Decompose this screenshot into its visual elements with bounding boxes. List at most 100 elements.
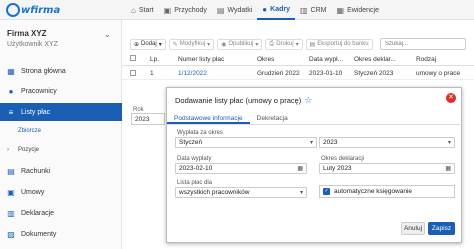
col-period[interactable]: Okres [257, 56, 274, 63]
year-filter-value: 2023 [135, 116, 150, 123]
dialog-title-text: Dodawanie listy płac (umowy o pracę) [175, 96, 302, 105]
col-type[interactable]: Rodzaj [416, 56, 436, 63]
people-icon: ● [262, 4, 268, 14]
sidebar-item-label: Deklaracje [21, 209, 55, 217]
cell-pay-date: 2023-01-10 [309, 70, 343, 77]
chevron-down-icon: ▾ [299, 190, 303, 196]
chevron-down-icon: ▾ [309, 140, 313, 146]
sidebar-item-rachunki[interactable]: ▤ Rachunki [0, 162, 122, 180]
calendar-icon[interactable]: ▦ [445, 165, 451, 172]
list-icon: ≡ [8, 107, 14, 117]
declaration-icon: ▥ [7, 208, 15, 218]
calendar-icon[interactable]: ▦ [297, 165, 303, 172]
add-button[interactable]: ⊕ Dodaj ▾ [130, 38, 166, 50]
search-input[interactable] [380, 38, 466, 50]
tab-basic-info[interactable]: Podstawowe informacje [167, 112, 250, 124]
sidebar-item-label: Umowy [21, 188, 45, 196]
checkbox-checked-icon[interactable]: ✓ [323, 188, 330, 195]
chevron-down-icon: ▾ [295, 41, 299, 48]
home-icon: ⌂ [131, 5, 136, 15]
documents-icon: ▧ [7, 229, 15, 239]
nav-label: Przychody [174, 6, 207, 14]
sidebar-item-label: Rachunki [21, 167, 51, 175]
payout-year-select[interactable]: 2023 ▾ [319, 137, 455, 148]
nav-label: Ewidencje [347, 6, 379, 14]
publish-label: Opublikuj [228, 41, 254, 47]
col-number[interactable]: Numer listy płac [178, 56, 224, 63]
cell-number-link[interactable]: 1/12/2022 [178, 70, 207, 77]
export-label: Eksportuj do banku [317, 41, 369, 47]
sidebar-item-label: Listy płac [21, 108, 51, 116]
payout-month-select[interactable]: Styczeń ▾ [175, 137, 317, 148]
receipt-icon: ▤ [7, 166, 15, 176]
star-icon[interactable]: ☆ [304, 95, 312, 106]
logo[interactable]: wfirma [6, 2, 60, 18]
edit-icon: ✎ [172, 41, 178, 48]
print-button[interactable]: ⎙ Drukuj ▾ [265, 38, 303, 50]
cart-icon: ▣ [163, 5, 172, 15]
nav-wydatki[interactable]: ▤ Wydatki [212, 0, 257, 20]
cancel-button[interactable]: Anuluj [401, 222, 425, 235]
col-pay-date[interactable]: Data wypł... [309, 56, 343, 63]
close-icon[interactable]: ✕ [446, 93, 456, 103]
publish-icon: ◉ [221, 41, 227, 48]
list-for-select[interactable]: wszystkich pracowników ▾ [175, 187, 307, 198]
sidebar-subitem-zbiorcze[interactable]: Zbiorcze [18, 128, 41, 134]
user-name: Użytkownik XYZ [7, 41, 58, 48]
decl-period-value: Luty 2023 [323, 165, 352, 172]
nav-label: Kadry [270, 5, 290, 13]
sidebar-item-pracownicy[interactable]: ● Pracownicy [0, 82, 122, 100]
nav-crm[interactable]: ▥ CRM [295, 0, 332, 20]
cell-type: umowy o prace [416, 70, 461, 77]
auto-booking-checkbox-field[interactable]: ✓ automatyczne księgowanie [319, 185, 455, 198]
logo-text: wfirma [21, 4, 61, 16]
nav-przychody[interactable]: ▣ Przychody [159, 0, 212, 20]
top-bar: wfirma ⌂ Start ▣ Przychody ▤ Wydatki ● Kadry… [0, 0, 474, 20]
sidebar-item-label: Pracownicy [21, 87, 57, 95]
year-filter-select[interactable]: 2023 [131, 113, 165, 125]
list-for-value: wszystkich pracowników [179, 189, 250, 196]
sidebar-item-label: Dokumenty [21, 230, 57, 238]
pay-date-input[interactable]: 2023-02-10 ▦ [175, 163, 307, 174]
col-decl-period[interactable]: Okres deklar... [354, 56, 396, 63]
sidebar-item-strona-glowna[interactable]: ▦ Strona główna [0, 62, 122, 80]
list-for-label: Lista płac dla [177, 180, 213, 186]
chevron-down-icon[interactable]: ⌄ [104, 30, 111, 39]
bank-icon: ▤ [309, 41, 316, 48]
table-row[interactable]: 1 1/12/2022 Grudzień 2022 2023-01-10 Sty… [122, 68, 474, 80]
sidebar-item-dokumenty[interactable]: ▧ Dokumenty [0, 225, 122, 243]
crm-icon: ▥ [299, 5, 308, 15]
decl-period-input[interactable]: Luty 2023 ▦ [319, 163, 455, 174]
nav-ewidencje[interactable]: ▦ Ewidencje [332, 0, 384, 20]
plus-icon: ⊕ [134, 41, 140, 48]
company-name[interactable]: Firma XYZ [7, 29, 47, 38]
tab-dekretacja[interactable]: Dekretacja [250, 112, 295, 124]
modify-label: Modyfikuj [179, 41, 206, 47]
nav-start[interactable]: ⌂ Start [126, 0, 159, 20]
col-lp[interactable]: Lp. [150, 56, 159, 63]
main-nav: ⌂ Start ▣ Przychody ▤ Wydatki ● Kadry ▥ CRM ▦… [126, 0, 384, 20]
sidebar-item-umowy[interactable]: ▣ Umowy [0, 183, 122, 201]
modify-button[interactable]: ✎ Modyfikuj ▾ [168, 38, 215, 50]
select-all-checkbox[interactable] [130, 55, 136, 63]
payout-period-label: Wypłata za okres [177, 130, 223, 136]
chevron-down-icon: ▾ [207, 41, 211, 48]
contract-icon: ▣ [7, 187, 15, 197]
pay-date-value: 2023-02-10 [179, 165, 213, 172]
sidebar-item-deklaracje[interactable]: ▥ Deklaracje [0, 204, 122, 222]
sidebar-item-listy-plac[interactable]: ≡ Listy płac [0, 103, 122, 121]
export-bank-button[interactable]: ▤ Eksportuj do banku [305, 38, 373, 50]
save-button[interactable]: Zapisz [428, 222, 455, 235]
sidebar: Firma XYZ ⌄ Użytkownik XYZ ▦ Strona główn… [0, 20, 122, 249]
add-payroll-dialog: Dodawanie listy płac (umowy o pracę) ☆ ✕… [166, 87, 463, 243]
print-label: Drukuj [276, 41, 294, 47]
sidebar-subitem-pozycje[interactable]: Pozycje [18, 147, 39, 153]
chevron-right-icon: › [7, 147, 9, 153]
publish-button[interactable]: ◉ Opublikuj ▾ [217, 38, 263, 50]
chevron-down-icon: ▾ [447, 140, 451, 146]
row-checkbox[interactable] [130, 69, 136, 78]
cell-decl-period: Styczeń 2023 [354, 70, 394, 77]
sidebar-item-label: Strona główna [21, 67, 66, 75]
dialog-title: Dodawanie listy płac (umowy o pracę) ☆ [175, 95, 312, 106]
nav-kadry[interactable]: ● Kadry [257, 0, 295, 20]
